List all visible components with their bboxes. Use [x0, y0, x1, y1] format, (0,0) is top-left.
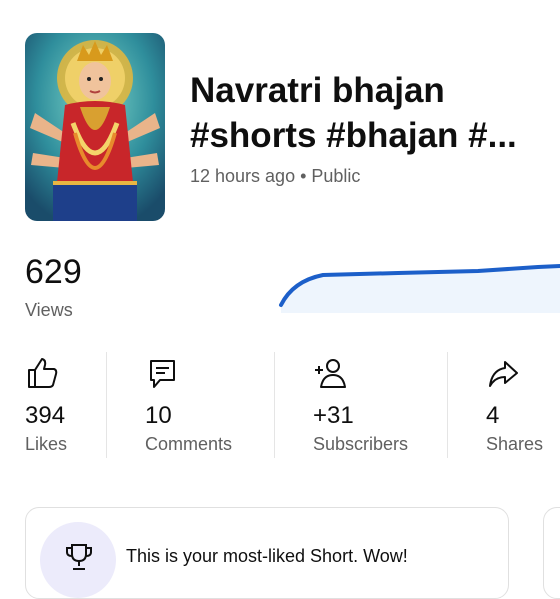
comments-count: 10: [145, 402, 172, 429]
shares-label: Shares: [486, 434, 544, 454]
divider: [447, 352, 448, 458]
comments-label: Comments: [145, 434, 233, 454]
share-icon: [486, 356, 520, 390]
views-trend-chart[interactable]: [278, 255, 560, 313]
divider: [106, 352, 107, 458]
video-thumbnail[interactable]: [25, 33, 165, 221]
views-label: Views: [25, 300, 73, 320]
divider: [274, 352, 275, 458]
views-count: 629: [25, 253, 82, 291]
shares-count: 4: [486, 402, 500, 429]
insight-text: This is your most-liked Short. Wow!: [126, 546, 408, 566]
next-insight-card[interactable]: [543, 507, 560, 599]
subscribers-count: +31: [313, 402, 354, 429]
comment-icon: [145, 356, 179, 390]
thumbnail-image: [25, 33, 165, 221]
likes-count: 394: [25, 402, 66, 429]
thumbs-up-icon: [25, 356, 59, 390]
insight-card[interactable]: This is your most-liked Short. Wow!: [25, 507, 509, 599]
video-meta: 12 hours ago • Public: [190, 166, 361, 186]
insight-badge: [40, 522, 116, 598]
video-title[interactable]: Navratri bhajan #shorts #bhajan #...: [190, 68, 550, 158]
likes-label: Likes: [25, 434, 68, 454]
subscribers-label: Subscribers: [313, 434, 409, 454]
add-person-icon: [313, 356, 347, 390]
